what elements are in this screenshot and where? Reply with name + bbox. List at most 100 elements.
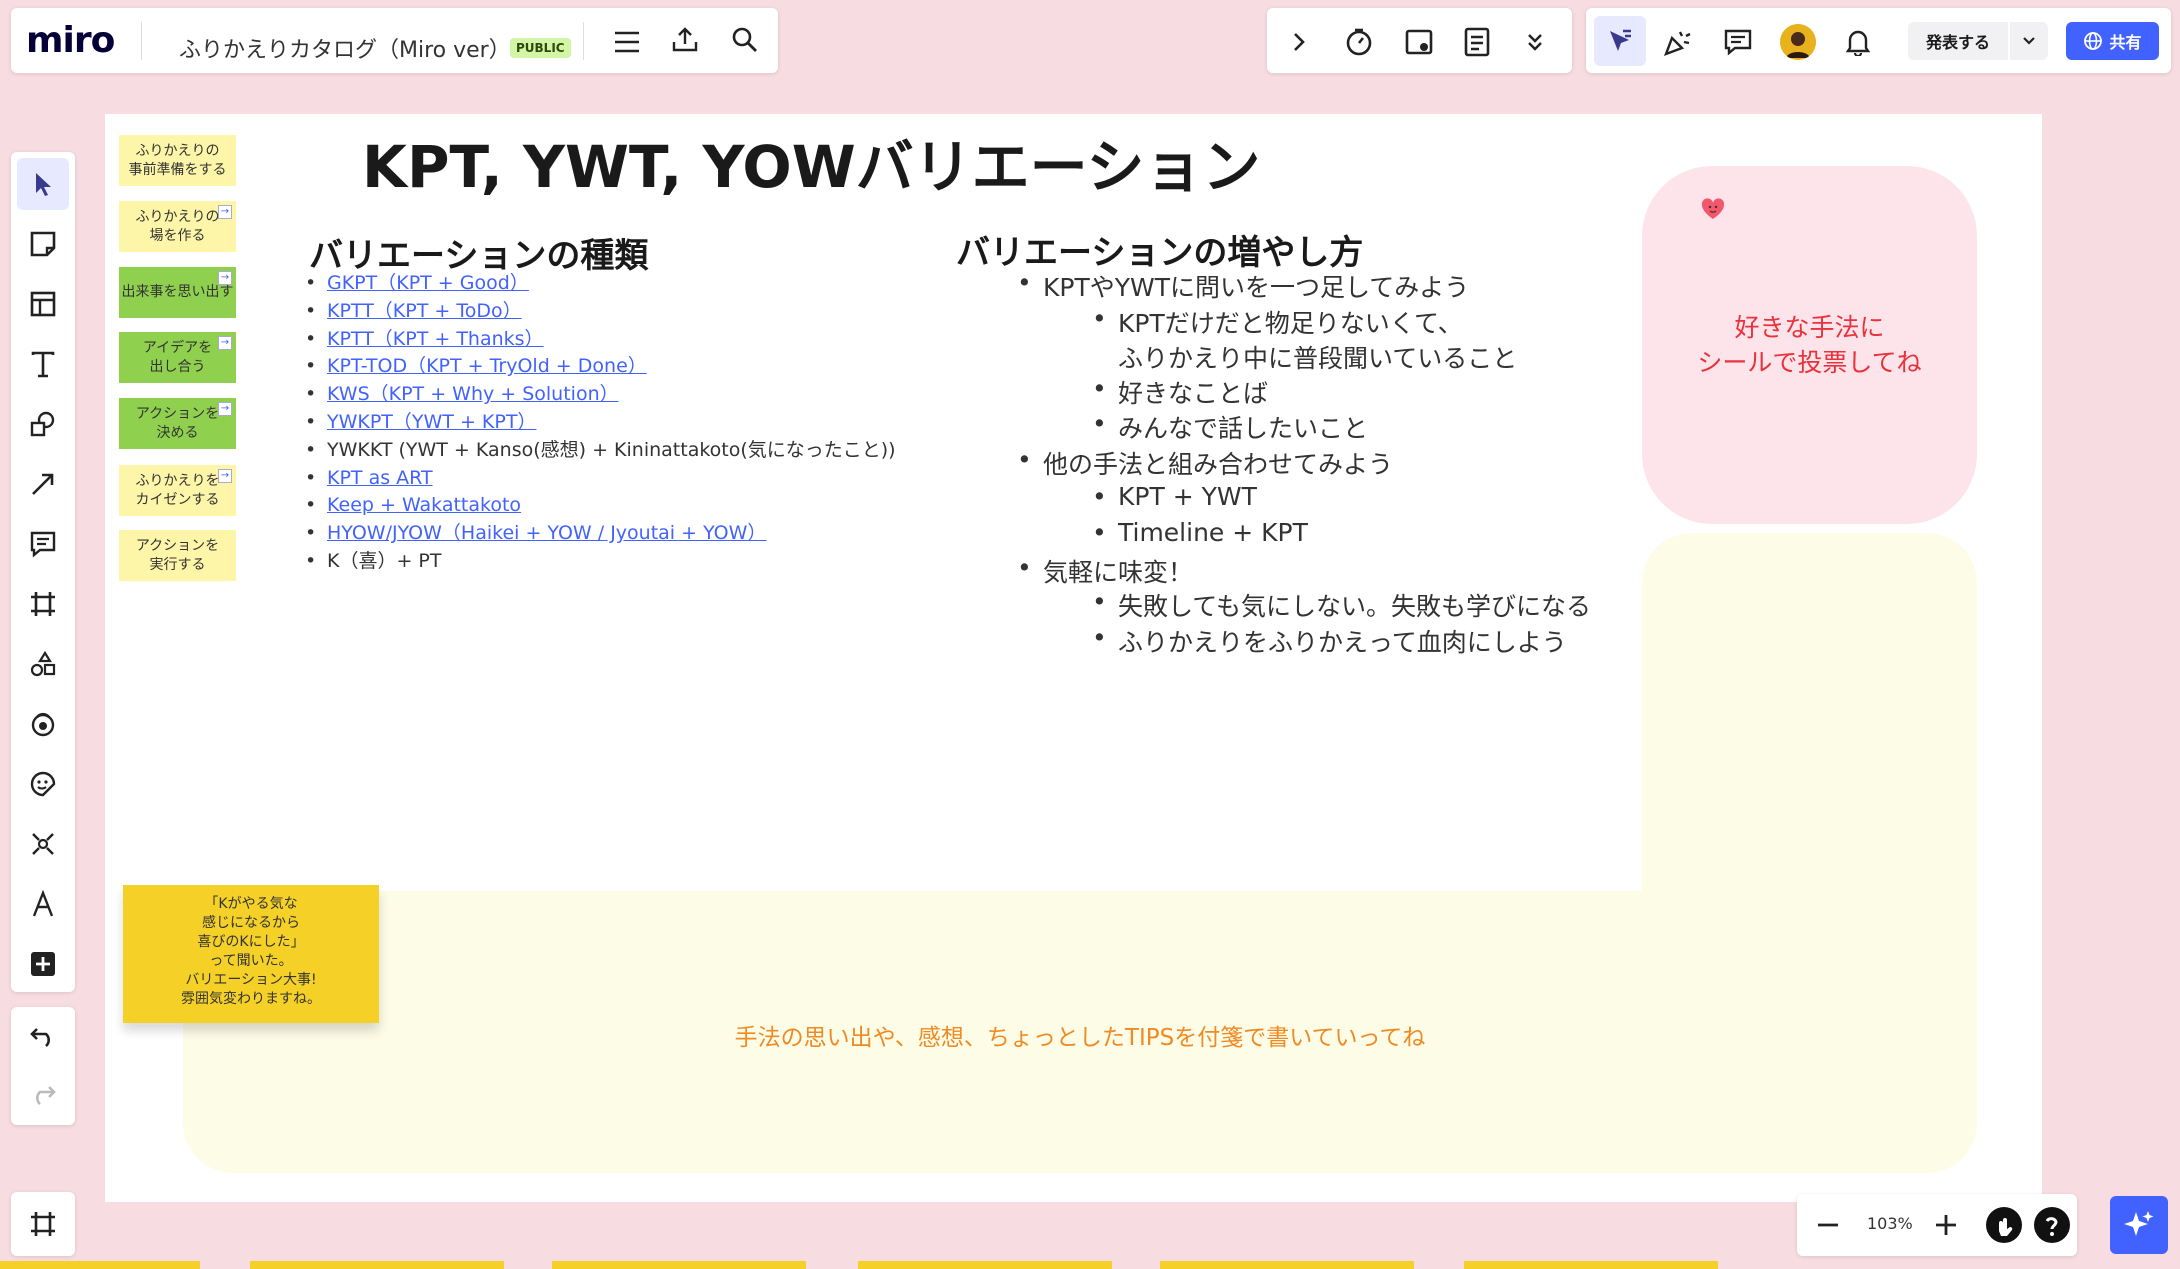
chevron-right-icon[interactable] [1281, 24, 1317, 60]
variation-link-kptt-thanks[interactable]: KPTT（KPT + Thanks） [305, 326, 896, 354]
present-dropdown-chevron-icon[interactable] [2010, 22, 2048, 60]
variation-k-joy-pt: K（喜）+ PT [305, 548, 896, 576]
miro-logo[interactable]: miro [26, 20, 115, 61]
mind-map-tool-icon[interactable] [17, 698, 69, 750]
side-note-share-ideas[interactable]: アイデアを 出し合う → [119, 332, 236, 383]
offscreen-sticky[interactable] [250, 1261, 504, 1269]
side-note-label: ふりかえりの 場を作る [135, 208, 220, 244]
creation-toolbar [11, 152, 75, 992]
link-arrow-icon: → [218, 469, 232, 483]
page-title: KPT, YWT, YOWバリエーション [362, 133, 1261, 201]
side-note-improve[interactable]: ふりかえりを カイゼンする → [119, 465, 236, 516]
side-note-decide-actions[interactable]: アクションを 決める → [119, 398, 236, 449]
howto-sub-bullet: KPTだけだと物足りないくて、 [1092, 304, 1463, 340]
howto-sub-bullet: ふりかえりをふりかえって血肉にしよう [1092, 623, 1567, 659]
side-note-recall-events[interactable]: 出来事を思い出す → [119, 267, 236, 318]
share-screen-icon[interactable] [1399, 22, 1439, 62]
zoom-in-plus-icon[interactable] [1929, 1208, 1963, 1242]
divider [583, 22, 584, 60]
hand-tool-icon[interactable] [1985, 1206, 2023, 1244]
apps-integration-tool-icon[interactable] [17, 818, 69, 870]
variation-link-hyow-jyow[interactable]: HYOW/JYOW（Haikei + YOW / Jyoutai + YOW） [305, 520, 896, 548]
vote-text-line-2: シールで投票してね [1697, 348, 1922, 377]
variation-link-ywkpt[interactable]: YWKPT（YWT + KPT） [305, 409, 896, 437]
comment-tool-icon[interactable] [17, 518, 69, 570]
tips-instruction: 手法の思い出や、感想、ちょっとしたTIPSを付箋で書いていってね [734, 1025, 1426, 1051]
connection-line-tool-icon[interactable] [17, 458, 69, 510]
more-tools-plus-icon[interactable] [17, 938, 69, 990]
heart-sticker-icon[interactable] [1700, 197, 1726, 221]
board-header: miro ふりかえりカタログ（Miro ver） PUBLIC [11, 8, 778, 73]
ai-assist-button[interactable] [2110, 1196, 2168, 1254]
frame-tool-icon[interactable] [17, 578, 69, 630]
side-note-prepare[interactable]: ふりかえりの 事前準備をする [119, 135, 236, 186]
offscreen-sticky[interactable] [0, 1261, 200, 1269]
vote-instruction: 好きな手法に シールで投票してね [1642, 310, 1977, 380]
sticky-note-text: 「Kがやる気な 感じになるから 喜びのKにした」 って聞いた。 バリエーション大… [181, 896, 321, 1007]
board-title[interactable]: ふりかえりカタログ（Miro ver） [179, 32, 511, 64]
stickers-tool-icon[interactable] [17, 758, 69, 810]
redo-icon[interactable] [17, 1069, 69, 1121]
pen-tool-icon[interactable] [17, 878, 69, 930]
variation-link-kpt-tod[interactable]: KPT-TOD（KPT + TryOld + Done） [305, 353, 896, 381]
select-tool-icon[interactable] [17, 158, 69, 210]
variation-link-kpt-as-art[interactable]: KPT as ART [305, 465, 896, 493]
howto-sub-bullet: KPT + YWT [1092, 482, 1257, 511]
templates-tool-icon[interactable] [17, 278, 69, 330]
zoom-level[interactable]: 103% [1867, 1214, 1913, 1233]
side-note-label: アクションを 決める [135, 405, 220, 441]
zoom-controls: 103% [1797, 1194, 2077, 1256]
howto-sub-bullet: 好きなことば [1092, 374, 1268, 410]
variation-link-gkpt[interactable]: GKPT（KPT + Good） [305, 270, 896, 298]
side-note-label: ふりかえりの 事前準備をする [128, 142, 227, 178]
search-icon[interactable] [727, 22, 763, 58]
chevron-double-down-icon[interactable] [1517, 24, 1553, 60]
offscreen-sticky[interactable] [552, 1261, 806, 1269]
howto-sub-bullet: みんなで話したいこと [1092, 409, 1368, 445]
history-toolbar [11, 1007, 75, 1125]
cursor-select-icon[interactable] [1594, 16, 1646, 66]
howto-sub-bullet-cont-text: ふりかえり中に普段聞いていること [1118, 344, 1518, 373]
side-note-create-place[interactable]: ふりかえりの 場を作る → [119, 201, 236, 252]
public-badge: PUBLIC [510, 38, 571, 58]
link-arrow-icon: → [218, 336, 232, 350]
notifications-bell-icon[interactable] [1836, 20, 1880, 64]
side-note-label: アイデアを 出し合う [142, 339, 213, 375]
sticky-note-tool-icon[interactable] [17, 218, 69, 270]
comments-icon[interactable] [1716, 20, 1760, 64]
menu-icon[interactable] [609, 24, 645, 60]
side-note-label: 出来事を思い出す [121, 284, 234, 300]
export-icon[interactable] [667, 22, 703, 58]
reactions-icon[interactable] [1656, 20, 1700, 64]
share-button[interactable]: 共有 [2066, 22, 2159, 60]
side-note-label: アクションを 実行する [135, 537, 220, 573]
help-icon[interactable] [2033, 1206, 2071, 1244]
side-note-execute-actions[interactable]: アクションを 実行する [119, 530, 236, 581]
variation-link-kptt-todo[interactable]: KPTT（KPT + ToDo） [305, 298, 896, 326]
present-button[interactable]: 発表する [1908, 22, 2008, 60]
user-toolbar: 発表する 共有 [1586, 8, 2171, 73]
variation-link-keep-wakattakoto[interactable]: Keep + Wakattakoto [305, 492, 896, 520]
text-tool-icon[interactable] [17, 338, 69, 390]
notes-icon[interactable] [1457, 22, 1497, 62]
avatar[interactable] [1780, 24, 1816, 60]
howto-heading: バリエーションの増やし方 [956, 233, 1364, 273]
tips-area-column[interactable] [1642, 533, 1977, 933]
frames-panel-button[interactable] [11, 1192, 75, 1256]
frames-icon [17, 1198, 69, 1250]
side-note-label: ふりかえりを カイゼンする [135, 472, 220, 508]
sticky-note[interactable]: 「Kがやる気な 感じになるから 喜びのKにした」 って聞いた。 バリエーション大… [123, 885, 379, 1023]
globe-icon [2084, 32, 2103, 50]
offscreen-sticky[interactable] [1160, 1261, 1414, 1269]
howto-sub-bullet: 失敗しても気にしない。失敗も学びになる [1092, 587, 1591, 623]
offscreen-sticky[interactable] [858, 1261, 1112, 1269]
variation-link-kws[interactable]: KWS（KPT + Why + Solution） [305, 381, 896, 409]
vote-text-line-1: 好きな手法に [1734, 313, 1885, 342]
timer-icon[interactable] [1339, 22, 1379, 62]
divider [141, 22, 142, 60]
shapes-tool-icon[interactable] [17, 398, 69, 450]
offscreen-sticky[interactable] [1464, 1261, 1718, 1269]
diagramming-tool-icon[interactable] [17, 638, 69, 690]
zoom-out-minus-icon[interactable] [1811, 1208, 1845, 1242]
undo-icon[interactable] [17, 1011, 69, 1063]
